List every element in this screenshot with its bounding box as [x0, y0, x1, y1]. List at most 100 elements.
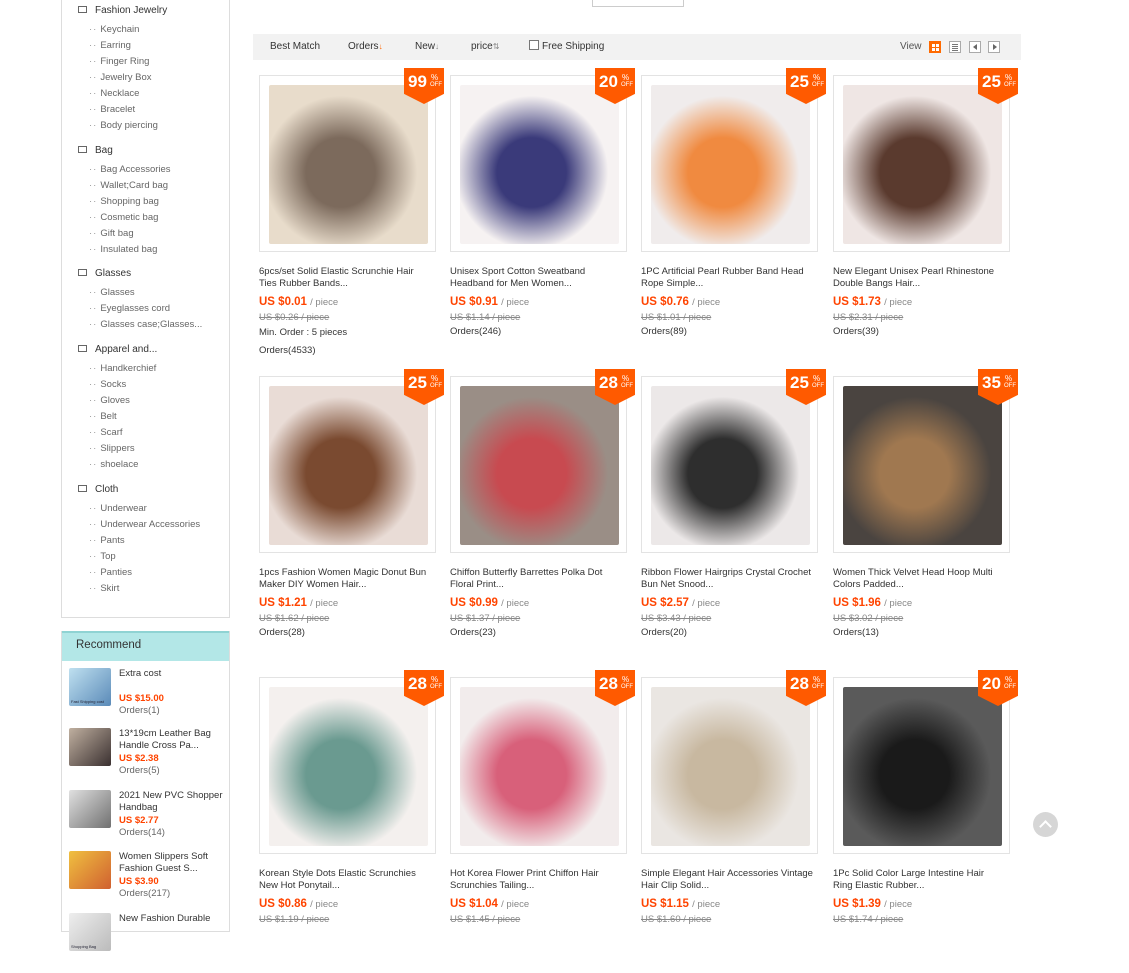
category-link[interactable]: ·· Cosmetic bag — [89, 212, 158, 223]
recommend-thumbnail[interactable]: Shopping Bag — [69, 913, 111, 951]
product-image[interactable] — [843, 386, 1002, 545]
product-image-frame[interactable] — [641, 677, 818, 854]
category-link[interactable]: ·· Pants — [89, 535, 125, 546]
prev-page-icon[interactable] — [969, 41, 981, 53]
product-image-frame[interactable] — [259, 677, 436, 854]
collapse-icon[interactable] — [78, 145, 87, 153]
product-image[interactable] — [651, 85, 810, 244]
grid-view-icon[interactable] — [929, 41, 941, 53]
product-image-frame[interactable] — [450, 75, 627, 252]
category-link[interactable]: ·· Skirt — [89, 583, 119, 594]
product-image[interactable] — [843, 85, 1002, 244]
category-link[interactable]: ·· Glasses — [89, 287, 135, 298]
product-title-link[interactable]: Hot Korea Flower Print Chiffon Hair Scru… — [450, 868, 622, 892]
category-link[interactable]: ·· Bag Accessories — [89, 164, 171, 175]
product-image-frame[interactable] — [833, 677, 1010, 854]
category-heading[interactable]: Glasses — [78, 268, 131, 279]
product-title-link[interactable]: 1PC Artificial Pearl Rubber Band Head Ro… — [641, 266, 813, 290]
product-image-frame[interactable] — [259, 75, 436, 252]
recommend-item[interactable]: Fast Shipping cost Extra cost US $15.00 Ord… — [69, 668, 229, 728]
product-card[interactable]: 28% OFF Simple Elegant Hair Accessories Vi… — [641, 670, 826, 967]
collapse-icon[interactable] — [78, 5, 87, 13]
collapse-icon[interactable] — [78, 268, 87, 276]
recommend-title-link[interactable]: 13*19cm Leather Bag Handle Cross Pa... — [119, 728, 231, 752]
recommend-item[interactable]: Women Slippers Soft Fashion Guest S... US… — [69, 851, 229, 911]
product-title-link[interactable]: New Elegant Unisex Pearl Rhinestone Doub… — [833, 266, 1005, 290]
category-link[interactable]: ·· Necklace — [89, 88, 139, 99]
sort-price[interactable]: price⇅ — [471, 41, 499, 52]
product-image-frame[interactable] — [833, 75, 1010, 252]
category-link[interactable]: ·· Top — [89, 551, 116, 562]
category-link[interactable]: ·· Handkerchief — [89, 363, 156, 374]
product-card[interactable]: 28% OFF Hot Korea Flower Print Chiffon Hai… — [450, 670, 635, 967]
category-link[interactable]: ·· Shopping bag — [89, 196, 159, 207]
category-link[interactable]: ·· shoelace — [89, 459, 138, 470]
sort-best-match[interactable]: Best Match — [270, 41, 320, 52]
category-link[interactable]: ·· Eyeglasses cord — [89, 303, 170, 314]
product-title-link[interactable]: Ribbon Flower Hairgrips Crystal Crochet … — [641, 567, 813, 591]
category-link[interactable]: ·· Panties — [89, 567, 132, 578]
product-image-frame[interactable] — [450, 376, 627, 553]
product-card[interactable]: 25% OFF New Elegant Unisex Pearl Rhineston… — [833, 68, 1018, 365]
recommend-title-link[interactable]: Women Slippers Soft Fashion Guest S... — [119, 851, 231, 875]
recommend-thumbnail[interactable] — [69, 851, 111, 889]
list-view-icon[interactable] — [949, 41, 961, 53]
free-shipping-filter[interactable]: Free Shipping — [529, 40, 604, 52]
product-card[interactable]: 28% OFF Chiffon Butterfly Barrettes Polka … — [450, 369, 635, 666]
recommend-thumbnail[interactable]: Fast Shipping cost — [69, 668, 111, 706]
recommend-item[interactable]: Shopping Bag New Fashion Durable — [69, 913, 229, 973]
category-heading[interactable]: Fashion Jewelry — [78, 5, 167, 16]
recommend-item[interactable]: 13*19cm Leather Bag Handle Cross Pa... US… — [69, 728, 229, 788]
product-image[interactable] — [460, 85, 619, 244]
sort-new[interactable]: New↓ — [415, 41, 439, 52]
category-link[interactable]: ·· Wallet;Card bag — [89, 180, 168, 191]
category-link[interactable]: ·· Gloves — [89, 395, 130, 406]
recommend-title-link[interactable]: 2021 New PVC Shopper Handbag — [119, 790, 231, 814]
recommend-thumbnail[interactable] — [69, 728, 111, 766]
product-image[interactable] — [843, 687, 1002, 846]
recommend-title-link[interactable]: Extra cost — [119, 668, 231, 680]
category-link[interactable]: ·· Scarf — [89, 427, 123, 438]
product-card[interactable]: 25% OFF Ribbon Flower Hairgrips Crystal Cr… — [641, 369, 826, 666]
category-heading[interactable]: Bag — [78, 145, 113, 156]
product-card[interactable]: 25% OFF 1pcs Fashion Women Magic Donut Bun… — [259, 369, 444, 666]
category-link[interactable]: ·· Insulated bag — [89, 244, 157, 255]
product-card[interactable]: 20% OFF 1Pc Solid Color Large Intestine Ha… — [833, 670, 1018, 967]
product-title-link[interactable]: Women Thick Velvet Head Hoop Multi Color… — [833, 567, 1005, 591]
category-link[interactable]: ·· Finger Ring — [89, 56, 149, 67]
product-card[interactable]: 28% OFF Korean Style Dots Elastic Scrunchi… — [259, 670, 444, 967]
category-link[interactable]: ·· Jewelry Box — [89, 72, 152, 83]
category-link[interactable]: ·· Body piercing — [89, 120, 158, 131]
product-card[interactable]: 20% OFF Unisex Sport Cotton Sweatband Head… — [450, 68, 635, 365]
product-card[interactable]: 99% OFF 6pcs/set Solid Elastic Scrunchie H… — [259, 68, 444, 365]
category-link[interactable]: ·· Slippers — [89, 443, 135, 454]
product-image[interactable] — [269, 386, 428, 545]
product-title-link[interactable]: 1Pc Solid Color Large Intestine Hair Rin… — [833, 868, 1005, 892]
free-shipping-checkbox[interactable] — [529, 40, 539, 51]
category-link[interactable]: ·· Socks — [89, 379, 126, 390]
recommend-thumbnail[interactable] — [69, 790, 111, 828]
category-link[interactable]: ·· Earring — [89, 40, 131, 51]
collapse-icon[interactable] — [78, 484, 87, 492]
product-image-frame[interactable] — [450, 677, 627, 854]
product-title-link[interactable]: Korean Style Dots Elastic Scrunchies New… — [259, 868, 431, 892]
product-image-frame[interactable] — [833, 376, 1010, 553]
product-title-link[interactable]: 1pcs Fashion Women Magic Donut Bun Maker… — [259, 567, 431, 591]
product-image[interactable] — [269, 687, 428, 846]
category-link[interactable]: ·· Glasses case;Glasses... — [89, 319, 202, 330]
category-heading[interactable]: Apparel and... — [78, 344, 157, 355]
next-page-icon[interactable] — [988, 41, 1000, 53]
sort-orders[interactable]: Orders↓ — [348, 41, 383, 52]
product-image[interactable] — [651, 687, 810, 846]
category-link[interactable]: ·· Gift bag — [89, 228, 134, 239]
product-image-frame[interactable] — [641, 75, 818, 252]
category-link[interactable]: ·· Belt — [89, 411, 117, 422]
product-title-link[interactable]: 6pcs/set Solid Elastic Scrunchie Hair Ti… — [259, 266, 431, 290]
product-title-link[interactable]: Unisex Sport Cotton Sweatband Headband f… — [450, 266, 622, 290]
product-title-link[interactable]: Chiffon Butterfly Barrettes Polka Dot Fl… — [450, 567, 622, 591]
product-card[interactable]: 35% OFF Women Thick Velvet Head Hoop Multi… — [833, 369, 1018, 666]
back-to-top-icon[interactable] — [1033, 812, 1058, 837]
category-link[interactable]: ·· Underwear Accessories — [89, 519, 200, 530]
category-link[interactable]: ·· Bracelet — [89, 104, 135, 115]
collapse-icon[interactable] — [78, 344, 87, 352]
